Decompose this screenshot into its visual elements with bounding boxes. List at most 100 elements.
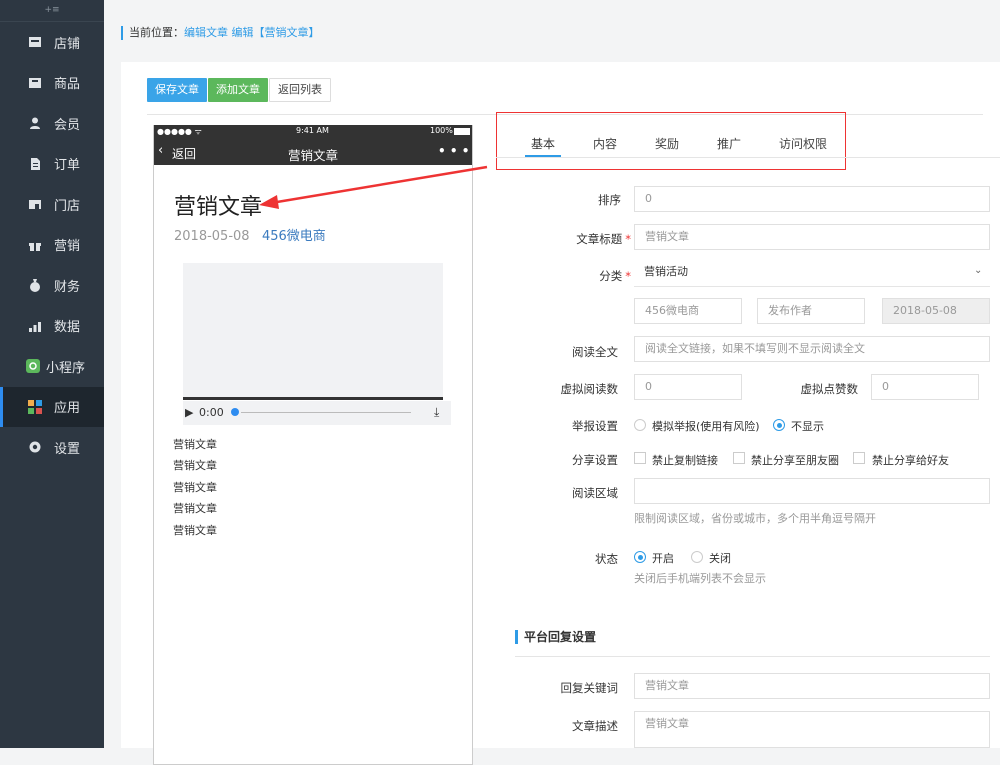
sidebar-item-order[interactable]: 订单	[0, 144, 104, 185]
sidebar-item-marketing[interactable]: 营销	[0, 225, 104, 266]
store-icon	[29, 37, 41, 48]
reply-section-title: 平台回复设置	[515, 630, 596, 644]
title-label-text: 文章标题	[576, 232, 623, 246]
sidebar-item-label: 会员	[54, 117, 81, 133]
tabs-highlight-box: 基本 内容 奖励 推广 访问权限	[496, 112, 846, 170]
no-friends-checkbox[interactable]	[853, 452, 865, 464]
list-item: 营销文章	[173, 524, 217, 537]
sidebar-item-label: 设置	[54, 441, 81, 457]
sidebar-item-member[interactable]: 会员	[0, 103, 104, 144]
no-moments-checkbox[interactable]	[733, 452, 745, 464]
apps-icon	[28, 399, 42, 414]
no-copy-link-checkbox[interactable]	[634, 452, 646, 464]
area-input[interactable]	[634, 478, 990, 504]
battery-icon	[454, 128, 470, 135]
annotation-arrow	[259, 165, 488, 209]
report-label: 举报设置	[572, 419, 618, 433]
description-label: 文章描述	[572, 719, 618, 733]
sidebar-item-label: 财务	[54, 279, 81, 295]
play-icon[interactable]: ▶	[185, 406, 193, 419]
back-to-list-button[interactable]: 返回列表	[269, 78, 331, 102]
sidebar-item-apps[interactable]: 应用	[0, 386, 104, 427]
gift-icon	[29, 242, 41, 251]
status-on-radio[interactable]	[634, 551, 646, 563]
more-dots-icon[interactable]: • • •	[438, 144, 469, 158]
play-time: 0:00	[199, 406, 224, 419]
sidebar-item-settings[interactable]: 设置	[0, 427, 104, 468]
description-textarea[interactable]: 营销文章	[634, 711, 990, 748]
virtual-read-label: 虚拟阅读数	[560, 382, 619, 396]
article-meta: 2018-05-08 456微电商	[174, 225, 326, 244]
report-hide-radio[interactable]	[773, 419, 785, 431]
keyword-input[interactable]: 营销文章	[634, 673, 990, 699]
sidebar-item-label: 店铺	[54, 36, 81, 52]
shop-icon	[29, 200, 41, 210]
no-moments-label: 禁止分享至朋友圈	[751, 454, 839, 467]
author-input[interactable]: 456微电商	[634, 298, 742, 324]
category-label: 分类 *	[561, 268, 631, 284]
sidebar-item-label: 小程序	[46, 360, 86, 376]
virtual-like-label: 虚拟点赞数	[800, 382, 859, 396]
area-label: 阅读区域	[572, 486, 618, 500]
add-article-button[interactable]: 添加文章	[208, 78, 268, 102]
list-item: 营销文章	[173, 481, 217, 494]
sidebar-item-label: 数据	[54, 320, 81, 336]
area-help: 限制阅读区域，省份或城市，多个用半角逗号隔开	[634, 512, 876, 525]
sidebar-item-store[interactable]: 店铺	[0, 22, 104, 63]
download-icon[interactable]: ⤓	[434, 405, 439, 420]
category-label-text: 分类	[599, 269, 623, 283]
keyword-label: 回复关键词	[560, 681, 619, 695]
tab-basic[interactable]: 基本	[531, 135, 555, 152]
sidebar-item-miniprogram[interactable]: 小程序	[0, 346, 104, 387]
status-help: 关闭后手机端列表不会显示	[634, 572, 766, 585]
report-simulate-label: 模拟举报(使用有风险)	[652, 420, 760, 433]
video-controls: ▶ 0:00 ⤓	[183, 401, 451, 425]
title-input[interactable]: 营销文章	[634, 224, 990, 250]
progress-knob[interactable]	[231, 408, 239, 416]
readall-input[interactable]: 阅读全文链接，如果不填写则不显示阅读全文	[634, 336, 990, 362]
tab-access[interactable]: 访问权限	[779, 135, 827, 152]
progress-track[interactable]	[241, 412, 411, 413]
battery-text: 100%	[430, 126, 453, 135]
tab-content[interactable]: 内容	[593, 135, 617, 152]
main-area: 当前位置：编辑文章 编辑【营销文章】 保存文章 添加文章 返回列表 ●●●●● …	[104, 0, 1000, 765]
article-title: 营销文章	[174, 195, 263, 220]
required-mark: *	[625, 232, 631, 246]
report-simulate-radio[interactable]	[634, 419, 646, 431]
sidebar-item-shop[interactable]: 门店	[0, 184, 104, 225]
virtual-like-input[interactable]: 0	[871, 374, 979, 400]
sidebar-item-data[interactable]: 数据	[0, 306, 104, 347]
breadcrumb-link[interactable]: 编辑文章 编辑【营销文章】	[184, 26, 320, 39]
virtual-read-input[interactable]: 0	[634, 374, 742, 400]
sidebar-item-goods[interactable]: 商品	[0, 63, 104, 104]
status-off-label: 关闭	[709, 552, 731, 565]
phone-status-bar: ●●●●● ᯤ 9:41 AM 100%	[154, 125, 472, 138]
category-select[interactable]: 营销活动	[634, 260, 990, 286]
article-date: 2018-05-08	[174, 229, 250, 244]
status-off-radio[interactable]	[691, 551, 703, 563]
readall-label: 阅读全文	[572, 345, 618, 359]
list-item: 营销文章	[173, 438, 217, 451]
order-icon	[31, 157, 40, 170]
sidebar-item-finance[interactable]: 财务	[0, 265, 104, 306]
breadcrumb: 当前位置：编辑文章 编辑【营销文章】	[121, 26, 320, 40]
save-article-button[interactable]: 保存文章	[147, 78, 207, 102]
chevron-down-icon[interactable]: ⌄	[974, 265, 982, 276]
sidebar-item-label: 应用	[54, 401, 81, 417]
video-area[interactable]	[183, 263, 443, 400]
sort-input[interactable]: 0	[634, 186, 990, 212]
phone-back-button[interactable]: 返回	[172, 145, 196, 162]
no-friends-label: 禁止分享给好友	[872, 454, 949, 467]
sidebar-item-label: 商品	[54, 77, 81, 93]
phone-preview: ●●●●● ᯤ 9:41 AM 100% ‹ 返回 营销文章 • • • 营销文…	[153, 125, 473, 765]
tab-promotion[interactable]: 推广	[717, 135, 741, 152]
article-author[interactable]: 456微电商	[262, 229, 326, 244]
tab-reward[interactable]: 奖励	[655, 135, 679, 152]
sidebar-toggle[interactable]: +≡	[0, 0, 104, 22]
goods-icon	[29, 77, 41, 88]
date-input[interactable]: 2018-05-08	[882, 298, 990, 324]
back-chevron-icon[interactable]: ‹	[158, 143, 163, 158]
publisher-input[interactable]: 发布作者	[757, 298, 865, 324]
required-mark: *	[625, 269, 631, 283]
share-label: 分享设置	[572, 453, 618, 467]
